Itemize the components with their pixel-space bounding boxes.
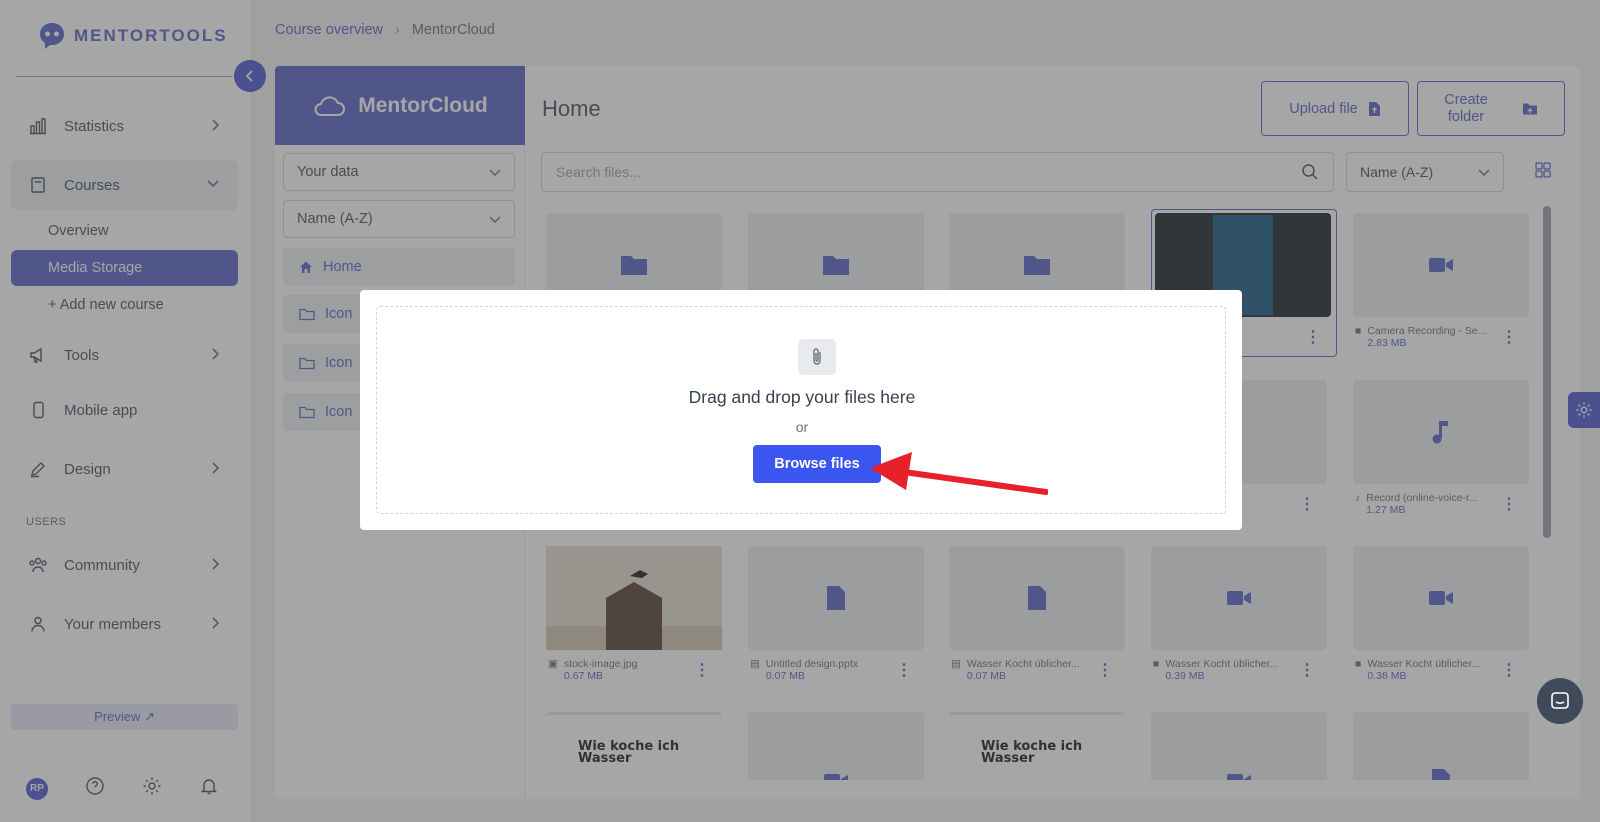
upload-modal: Drag and drop your files here or Browse …: [360, 290, 1242, 530]
file-dropzone[interactable]: Drag and drop your files here or Browse …: [376, 306, 1226, 514]
chat-widget-button[interactable]: [1537, 678, 1583, 724]
paperclip-icon: [798, 339, 836, 375]
browse-files-button[interactable]: Browse files: [753, 445, 881, 483]
chat-icon: [1551, 692, 1569, 709]
dropzone-or: or: [795, 419, 809, 435]
dropzone-title: Drag and drop your files here: [688, 387, 916, 407]
annotation-arrow: [870, 452, 1048, 495]
